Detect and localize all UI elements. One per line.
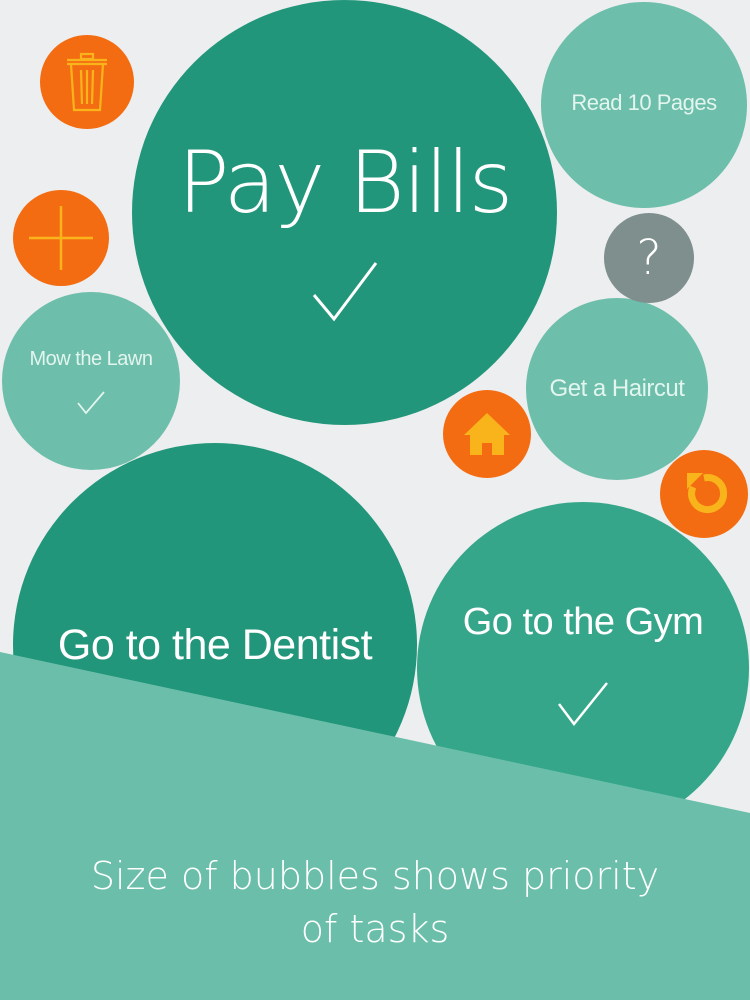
refresh-button[interactable] [660,450,748,538]
home-icon [464,413,510,455]
caption-line: of tasks [300,907,450,951]
task-label: Pay Bills [177,132,514,233]
add-task-button[interactable] [13,190,109,286]
checkmark-icon [558,681,608,726]
task-bubble-pay-bills[interactable]: Pay Bills [132,0,557,425]
plus-icon [29,206,93,270]
task-bubble-get-haircut[interactable]: Get a Haircut [526,298,708,480]
task-bubble-go-to-dentist[interactable]: Go to the Dentist [13,443,417,847]
refresh-icon [687,473,728,514]
checkmark-icon [77,390,105,414]
task-label: Get a Haircut [549,375,685,402]
trash-icon [67,52,107,112]
checkmark-icon [312,261,377,321]
task-bubble-mow-lawn[interactable]: Mow the Lawn [2,292,180,470]
help-button[interactable]: ? [604,213,694,303]
task-bubble-read-pages[interactable]: Read 10 Pages [541,2,747,208]
task-label: Read 10 Pages [571,90,717,115]
task-label: Go to the Gym [462,600,704,643]
promo-caption: Size of bubbles shows priority of tasks [0,850,750,956]
task-bubble-go-to-gym[interactable]: Go to the Gym [417,502,749,834]
task-label: Go to the Dentist [57,620,373,669]
home-button[interactable] [443,390,531,478]
trash-button[interactable] [40,35,134,129]
help-icon: ? [636,230,662,286]
caption-line: Size of bubbles shows priority [90,854,660,898]
task-label: Mow the Lawn [29,347,153,370]
